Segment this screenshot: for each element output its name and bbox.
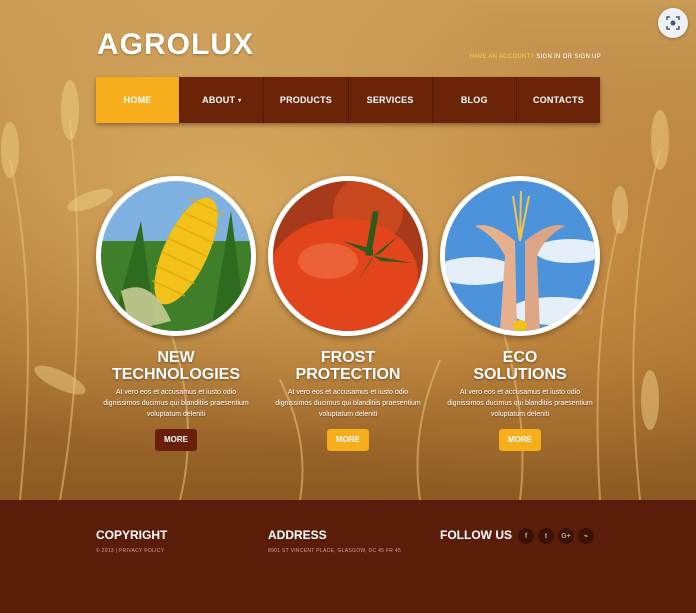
main-navigation: HOME ABOUT ▾ PRODUCTS SERVICES BLOG CONTA… <box>96 77 600 123</box>
feature-title-line1: FROST <box>320 349 376 366</box>
feature-text: At vero eos et accusamus et iusto odio d… <box>447 389 593 418</box>
nav-about[interactable]: ABOUT ▾ <box>180 77 265 123</box>
feature-eco-solutions: ECO SOLUTIONS At vero eos et accusamus e… <box>440 176 600 451</box>
footer-follow-title: FOLLOW US <box>440 528 512 542</box>
sign-in-link[interactable]: SIGN IN OR SIGN UP <box>536 54 601 60</box>
account-links: HAVE AN ACCOUNT? SIGN IN OR SIGN UP <box>470 54 601 60</box>
footer-follow: FOLLOW US <box>440 528 512 542</box>
nav-home-label: HOME <box>123 95 152 105</box>
social-icons: f t G+ ⌁ <box>518 528 594 544</box>
hands-wheat-image <box>440 176 600 336</box>
feature-title-line2: TECHNOLOGIES <box>111 366 240 383</box>
feature-text: At vero eos et accusamus et iusto odio d… <box>103 389 249 418</box>
feature-title-line1: ECO <box>502 349 538 366</box>
feature-title-line2: PROTECTION <box>295 366 401 383</box>
nav-services-label: SERVICES <box>366 95 414 105</box>
feature-new-technologies: NEW TECHNOLOGIES At vero eos et accusamu… <box>96 176 256 451</box>
footer: COPYRIGHT © 2013 | PRIVACY POLICY ADDRES… <box>0 500 696 613</box>
feature-frost-protection: FROST PROTECTION At vero eos et accusamu… <box>268 176 428 451</box>
caret-down-icon: ▾ <box>238 97 242 104</box>
feature-title: ECO SOLUTIONS <box>440 349 600 383</box>
nav-services[interactable]: SERVICES <box>349 77 433 123</box>
feature-title: FROST PROTECTION <box>268 349 428 383</box>
site-logo[interactable]: AGROLUX <box>97 28 254 62</box>
more-button[interactable]: MORE <box>155 429 197 451</box>
corn-image <box>96 176 256 336</box>
privacy-policy-link[interactable]: © 2013 | PRIVACY POLICY <box>96 548 167 554</box>
screenshot-capture-icon[interactable] <box>658 8 688 38</box>
nav-products-label: PRODUCTS <box>279 95 332 105</box>
tomato-image <box>268 176 428 336</box>
nav-about-label: ABOUT <box>202 95 236 105</box>
footer-address-title: ADDRESS <box>268 528 327 542</box>
more-button[interactable]: MORE <box>327 429 369 451</box>
rss-icon[interactable]: ⌁ <box>578 528 594 544</box>
nav-contacts[interactable]: CONTACTS <box>517 77 600 123</box>
more-button[interactable]: MORE <box>499 429 541 451</box>
facebook-icon[interactable]: f <box>518 528 534 544</box>
footer-copyright: COPYRIGHT © 2013 | PRIVACY POLICY <box>96 528 167 554</box>
google-plus-icon[interactable]: G+ <box>558 528 574 544</box>
nav-products[interactable]: PRODUCTS <box>264 77 349 123</box>
feature-text: At vero eos et accusamus et iusto odio d… <box>275 389 421 418</box>
nav-home[interactable]: HOME <box>96 77 181 123</box>
footer-copyright-title: COPYRIGHT <box>96 528 168 542</box>
feature-title: NEW TECHNOLOGIES <box>96 349 256 383</box>
twitter-icon[interactable]: t <box>538 528 554 544</box>
nav-blog-label: BLOG <box>460 95 488 105</box>
nav-contacts-label: CONTACTS <box>532 95 584 105</box>
feature-title-line2: SOLUTIONS <box>473 366 567 383</box>
nav-blog[interactable]: BLOG <box>433 77 517 123</box>
feature-title-line1: NEW <box>157 349 195 366</box>
account-question: HAVE AN ACCOUNT? <box>469 54 535 60</box>
footer-address-text: 8901 ST VINCENT PLACE, GLASGOW, DC 45 FR… <box>268 548 402 554</box>
footer-address: ADDRESS 8901 ST VINCENT PLACE, GLASGOW, … <box>268 528 401 554</box>
